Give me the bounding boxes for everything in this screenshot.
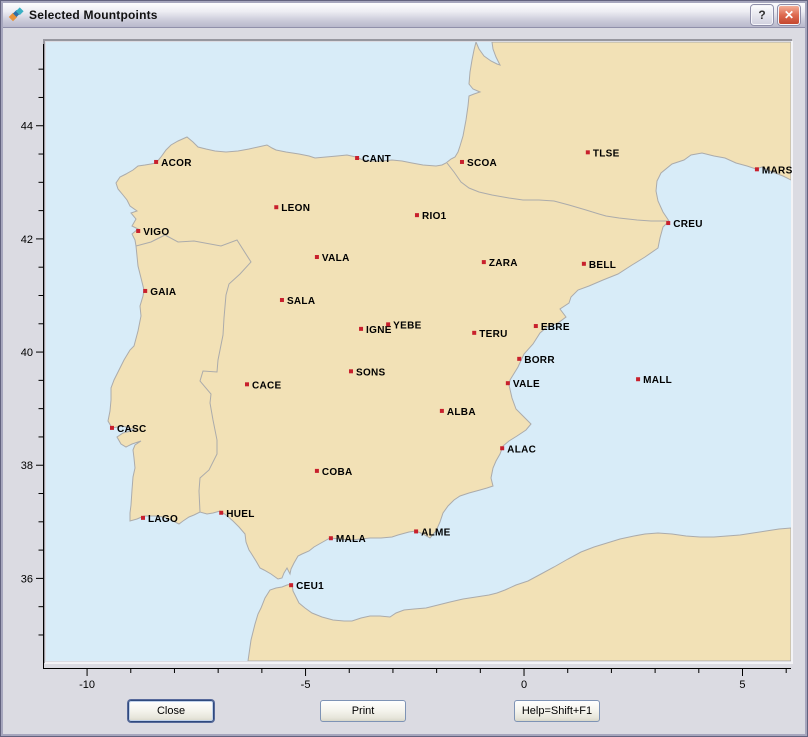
station-label: CEU1 bbox=[296, 581, 324, 592]
station-label: EBRE bbox=[541, 322, 570, 333]
station-marker bbox=[280, 298, 284, 302]
help-button[interactable]: Help=Shift+F1 bbox=[514, 700, 600, 722]
x-tick-label: 0 bbox=[521, 679, 527, 691]
station-marker bbox=[386, 322, 390, 326]
station-marker bbox=[110, 426, 114, 430]
y-tick-label: 36 bbox=[21, 573, 33, 585]
station-marker bbox=[440, 409, 444, 413]
station-label: VALA bbox=[322, 253, 350, 264]
titlebar-close-button[interactable]: ✕ bbox=[778, 5, 800, 25]
station-marker bbox=[289, 583, 293, 587]
station-marker bbox=[666, 221, 670, 225]
app-icon bbox=[8, 7, 24, 23]
station-label: ACOR bbox=[161, 158, 192, 169]
station-label: MALA bbox=[336, 534, 366, 545]
station-marker bbox=[472, 331, 476, 335]
station-marker bbox=[349, 369, 353, 373]
y-tick-label: 44 bbox=[21, 121, 33, 133]
y-tick-label: 38 bbox=[21, 460, 33, 472]
x-tick-label: 5 bbox=[739, 679, 745, 691]
station-marker bbox=[586, 150, 590, 154]
station-label: HUEL bbox=[226, 509, 254, 520]
station-marker bbox=[534, 324, 538, 328]
station-marker bbox=[245, 382, 249, 386]
station-marker bbox=[460, 160, 464, 164]
station-marker bbox=[274, 205, 278, 209]
map-plot: -10 -5 0 5 36 38 40 42 44 ACOR VIGO GAIA LEON VALA S… bbox=[0, 0, 808, 737]
station-label: MALL bbox=[643, 375, 672, 386]
x-tick-label: -5 bbox=[301, 679, 311, 691]
station-marker bbox=[141, 516, 145, 520]
station-marker bbox=[329, 536, 333, 540]
station-label: ALBA bbox=[447, 407, 476, 418]
station-marker bbox=[359, 327, 363, 331]
y-axis-ticks: 36 38 40 42 44 bbox=[21, 69, 43, 635]
station-marker bbox=[414, 529, 418, 533]
close-button[interactable]: Close bbox=[128, 700, 214, 722]
station-marker bbox=[582, 262, 586, 266]
station-label: RIO1 bbox=[422, 211, 447, 222]
station-label: BELL bbox=[589, 260, 616, 271]
station-label: CREU bbox=[673, 219, 703, 230]
station-marker bbox=[154, 160, 158, 164]
station-label: LAGO bbox=[148, 514, 178, 525]
titlebar-help-button[interactable]: ? bbox=[751, 5, 773, 25]
station-label: SCOA bbox=[467, 158, 497, 169]
station-marker bbox=[517, 357, 521, 361]
print-button[interactable]: Print bbox=[320, 700, 406, 722]
station-marker bbox=[315, 469, 319, 473]
station-label: VIGO bbox=[143, 227, 169, 238]
station-label: CANT bbox=[362, 154, 391, 165]
station-label: CACE bbox=[252, 380, 282, 391]
station-label: LEON bbox=[281, 203, 310, 214]
station-marker bbox=[500, 446, 504, 450]
station-label: SALA bbox=[287, 296, 315, 307]
station-marker bbox=[755, 167, 759, 171]
station-label: ALAC bbox=[507, 444, 536, 455]
station-marker bbox=[219, 511, 223, 515]
x-axis-ticks: -10 -5 0 5 bbox=[79, 669, 786, 692]
titlebar[interactable]: Selected Mountpoints ? ✕ bbox=[3, 3, 805, 28]
station-marker bbox=[315, 255, 319, 259]
station-marker bbox=[143, 289, 147, 293]
station-label: MARS bbox=[762, 165, 793, 176]
y-tick-label: 42 bbox=[21, 234, 33, 246]
station-marker bbox=[355, 156, 359, 160]
window-title: Selected Mountpoints bbox=[29, 8, 158, 22]
y-tick-label: 40 bbox=[21, 347, 33, 359]
station-label: BORR bbox=[524, 355, 555, 366]
station-marker bbox=[482, 260, 486, 264]
station-label: VALE bbox=[513, 379, 540, 390]
x-tick-label: -10 bbox=[79, 679, 95, 691]
station-label: COBA bbox=[322, 467, 353, 478]
station-marker bbox=[415, 213, 419, 217]
station-label: SONS bbox=[356, 367, 386, 378]
station-marker bbox=[636, 377, 640, 381]
station-label: YEBE bbox=[393, 320, 421, 331]
station-label: CASC bbox=[117, 424, 147, 435]
station-label: GAIA bbox=[150, 287, 176, 298]
station-label: ZARA bbox=[489, 258, 518, 269]
station-marker bbox=[136, 229, 140, 233]
station-label: TERU bbox=[479, 329, 507, 340]
station-label: TLSE bbox=[593, 148, 620, 159]
station-label: IGNE bbox=[366, 325, 392, 336]
station-marker bbox=[506, 381, 510, 385]
selected-mountpoints-window: -10 -5 0 5 36 38 40 42 44 ACOR VIGO GAIA LEON VALA S… bbox=[0, 0, 808, 737]
station-label: ALME bbox=[421, 527, 451, 538]
